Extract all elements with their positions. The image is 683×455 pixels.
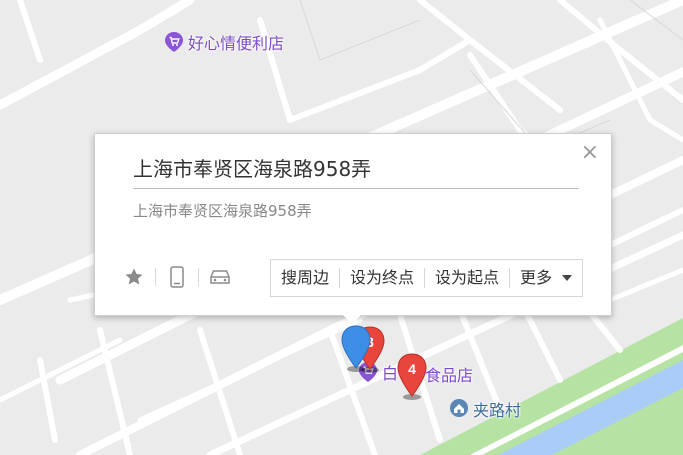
divider <box>198 268 199 286</box>
shop-icon <box>165 32 183 52</box>
map-marker-4[interactable]: 4 <box>394 352 430 402</box>
star-icon[interactable] <box>121 264 147 290</box>
poi-label: 夹路村 <box>473 401 522 420</box>
set-destination-button[interactable]: 设为终点 <box>340 268 426 288</box>
search-nearby-button[interactable]: 搜周边 <box>271 268 341 288</box>
chevron-down-icon <box>562 275 573 281</box>
poi-food-store[interactable]: 食品店 <box>425 362 473 386</box>
popup-address: 上海市奉贤区海泉路958弄 <box>133 202 312 220</box>
set-origin-button[interactable]: 设为起点 <box>425 268 511 288</box>
popup-title: 上海市奉贤区海泉路958弄 <box>133 154 579 189</box>
marker-label: 4 <box>408 361 416 377</box>
info-popup: × 上海市奉贤区海泉路958弄 上海市奉贤区海泉路958弄 搜周边 设为终点 设… <box>94 133 612 324</box>
close-icon[interactable]: × <box>581 142 599 164</box>
village-icon <box>450 399 468 417</box>
poi-label: 食品店 <box>425 366 474 385</box>
divider <box>155 268 156 286</box>
more-dropdown[interactable]: 更多 <box>510 268 582 288</box>
poi-convenience-store[interactable]: 好心情便利店 <box>164 30 284 54</box>
car-icon[interactable] <box>207 264 233 290</box>
map-marker-current[interactable] <box>338 324 374 374</box>
popup-actions: 搜周边 设为终点 设为起点 更多 <box>270 259 584 297</box>
phone-icon[interactable] <box>164 264 190 290</box>
poi-village[interactable]: 夹路村 <box>449 397 521 421</box>
popup-icon-bar <box>121 264 233 290</box>
more-label: 更多 <box>520 268 553 287</box>
popup-pointer <box>343 315 361 324</box>
poi-label: 好心情便利店 <box>188 34 285 53</box>
